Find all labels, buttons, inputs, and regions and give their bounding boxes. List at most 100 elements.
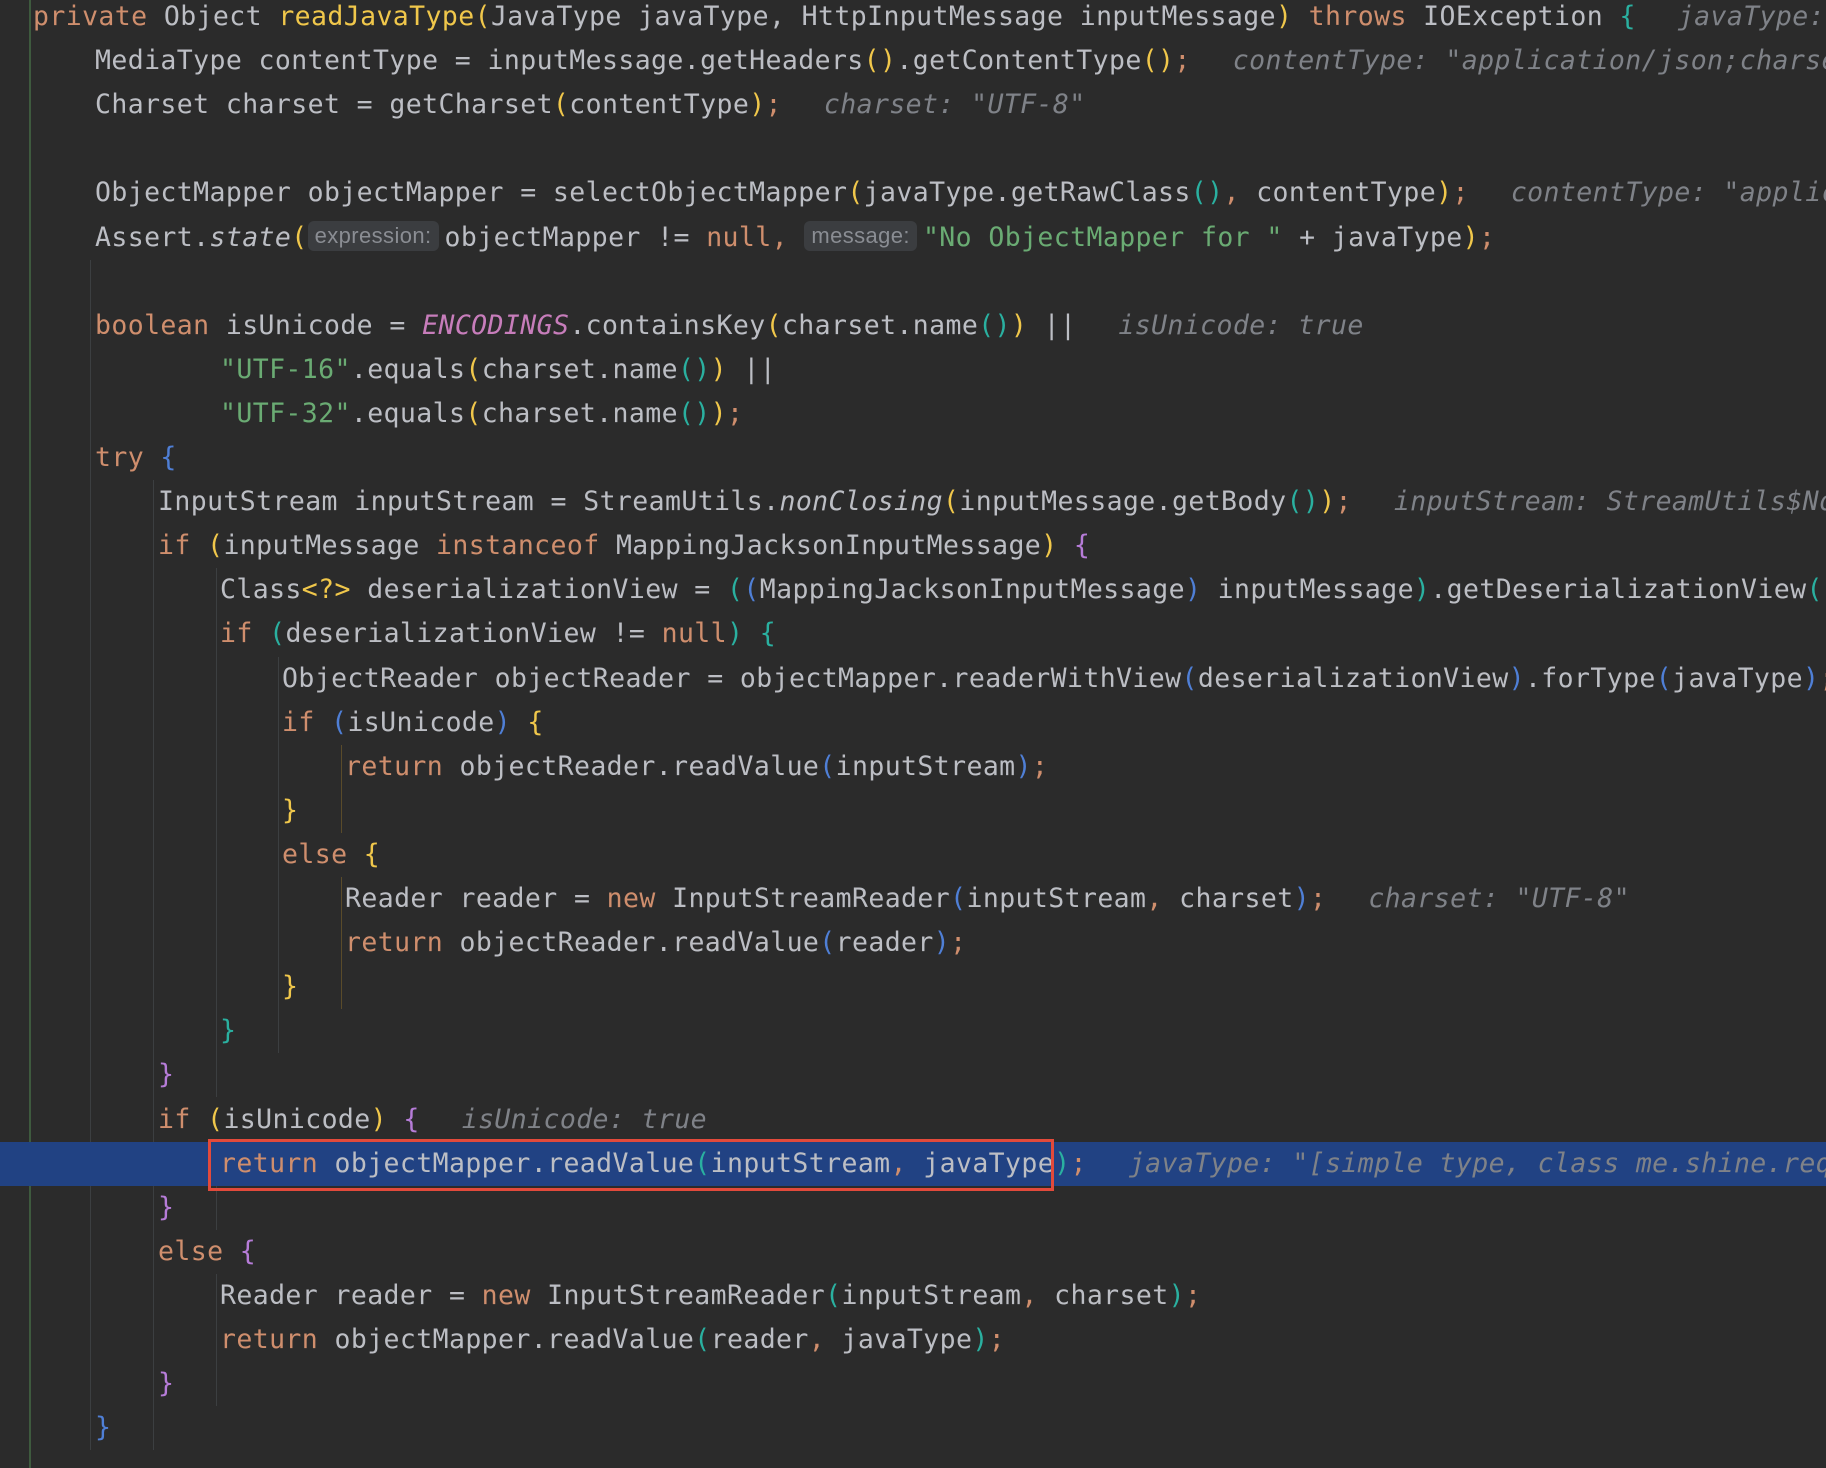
code-token: MappingJacksonInputMessage (615, 530, 1042, 562)
code-token: inputMessage (223, 530, 437, 562)
code-token: charset (1179, 883, 1294, 914)
code-line[interactable]: } (0, 1406, 1826, 1450)
code-line[interactable]: InputStream inputStream = StreamUtils.no… (0, 480, 1826, 524)
code-token: ( (765, 309, 782, 341)
code-token: ) (1508, 662, 1525, 694)
code-token: return (220, 1324, 335, 1355)
code-line[interactable]: Assert.state(expression: objectMapper != … (0, 216, 1826, 260)
code-token: charset (1054, 1279, 1169, 1311)
code-line-content: private Object readJavaType(JavaType jav… (33, 0, 1826, 39)
code-token: () (978, 309, 1011, 341)
code-line[interactable]: if (deserializationView != null) { (0, 612, 1826, 656)
code-token: , (1146, 883, 1180, 914)
code-token: if (158, 1103, 208, 1135)
code-token: ; (1174, 45, 1191, 77)
code-line-content: if (deserializationView != null) { (220, 612, 776, 656)
code-line[interactable]: } (0, 1362, 1826, 1406)
code-token: objectReader.readValue (459, 927, 820, 959)
code-token: ) (972, 1324, 989, 1355)
code-token: { (1073, 530, 1091, 562)
code-line[interactable]: else { (0, 833, 1826, 877)
code-token: () (677, 353, 711, 385)
code-line[interactable]: } (0, 1053, 1826, 1097)
code-line[interactable]: ObjectReader objectReader = objectMapper… (0, 657, 1826, 701)
code-line[interactable]: if (inputMessage instanceof MappingJacks… (0, 524, 1826, 568)
code-line[interactable]: Reader reader = new InputStreamReader(in… (0, 877, 1826, 921)
code-token: .equals (350, 353, 466, 385)
code-token: .forType (1524, 662, 1656, 694)
code-line[interactable]: Reader reader = new InputStreamReader(in… (0, 1274, 1826, 1318)
code-token: } (282, 971, 299, 1003)
code-line-content: Assert.state(expression: objectMapper != … (95, 216, 1495, 260)
code-token: || (727, 353, 777, 385)
code-token: ) (1168, 1279, 1185, 1311)
code-token: Reader reader = (220, 1279, 482, 1311)
code-token: { (1619, 1, 1636, 32)
code-line[interactable]: "UTF-16".equals(charset.name()) || (0, 348, 1826, 392)
code-line[interactable]: private Object readJavaType(JavaType jav… (0, 0, 1826, 39)
code-line[interactable]: Charset charset = getCharset(contentType… (0, 83, 1826, 127)
code-token: ENCODINGS (422, 309, 570, 341)
code-token: Class (220, 574, 302, 606)
code-line[interactable]: if (isUnicode) { (0, 701, 1826, 745)
code-line-content: ObjectReader objectReader = objectMapper… (282, 657, 1826, 701)
code-line[interactable]: try { (0, 436, 1826, 480)
code-line[interactable]: return objectReader.readValue(inputStrea… (0, 745, 1826, 789)
code-token: ( (950, 883, 967, 914)
code-token: inputStream (841, 1279, 1022, 1311)
code-token: nonClosing (779, 486, 944, 518)
code-line[interactable]: } (0, 1009, 1826, 1053)
code-token: ) (1462, 221, 1479, 253)
code-token: charset.name (481, 353, 678, 385)
code-token: ) (1319, 486, 1336, 518)
code-line-content: Charset charset = getCharset(contentType… (95, 83, 1086, 127)
code-token: ) (1015, 750, 1032, 782)
code-token: isUnicode = (225, 309, 423, 341)
code-token: ObjectReader objectReader = objectMapper… (282, 662, 1182, 694)
code-token: objectReader.readValue (459, 750, 820, 782)
code-line[interactable]: } (0, 965, 1826, 1009)
code-token: () (677, 397, 711, 429)
code-line[interactable]: } (0, 1186, 1826, 1230)
code-line[interactable]: } (0, 789, 1826, 833)
code-line-content: MediaType contentType = inputMessage.get… (95, 39, 1826, 83)
code-line[interactable]: else { (0, 1230, 1826, 1274)
code-token: ( (1181, 662, 1198, 694)
parameter-name-hint: message: (804, 221, 917, 251)
code-line[interactable]: return objectReader.readValue(reader); (0, 921, 1826, 965)
code-line[interactable]: Class<?> deserializationView = ((Mapping… (0, 568, 1826, 612)
code-line[interactable]: "UTF-32".equals(charset.name()); (0, 392, 1826, 436)
code-token: ) (1184, 574, 1202, 606)
code-token: ( (465, 397, 482, 429)
code-token: ( (207, 1103, 224, 1135)
code-token: ) (749, 89, 766, 121)
code-line[interactable]: MediaType contentType = inputMessage.get… (0, 39, 1826, 83)
code-token: ; (950, 927, 967, 959)
debug-inline-value: charset: "UTF-8" (823, 89, 1086, 121)
code-token: { (363, 838, 381, 870)
code-token: "UTF-16" (220, 353, 351, 385)
code-token: ; (1031, 750, 1049, 782)
code-line[interactable]: ObjectMapper objectMapper = selectObject… (0, 171, 1826, 215)
code-line[interactable]: if (isUnicode) {isUnicode: true (0, 1098, 1826, 1142)
code-line[interactable] (0, 260, 1826, 304)
code-token: ( (743, 574, 760, 606)
code-token: ; (1819, 663, 1826, 694)
code-token: try (95, 442, 161, 473)
code-line[interactable]: boolean isUnicode = ENCODINGS.containsKe… (0, 304, 1826, 348)
code-token: ) (494, 706, 511, 738)
code-editor[interactable]: private Object readJavaType(JavaType jav… (0, 0, 1826, 1468)
code-token: Reader reader = (345, 883, 607, 914)
code-line-content: boolean isUnicode = ENCODINGS.containsKe… (95, 304, 1364, 348)
code-line[interactable]: return objectMapper.readValue(reader, ja… (0, 1318, 1826, 1362)
code-line[interactable] (0, 127, 1826, 171)
code-line-content: return objectMapper.readValue(reader, ja… (220, 1318, 1005, 1362)
parameter-name-hint: expression: (307, 221, 439, 251)
code-token: , (771, 221, 805, 253)
code-line-content: if (inputMessage instanceof MappingJacks… (158, 524, 1090, 568)
code-token: { (239, 1235, 257, 1267)
code-token: ( (207, 530, 224, 562)
code-token: MediaType contentType = inputMessage.get… (95, 45, 864, 77)
